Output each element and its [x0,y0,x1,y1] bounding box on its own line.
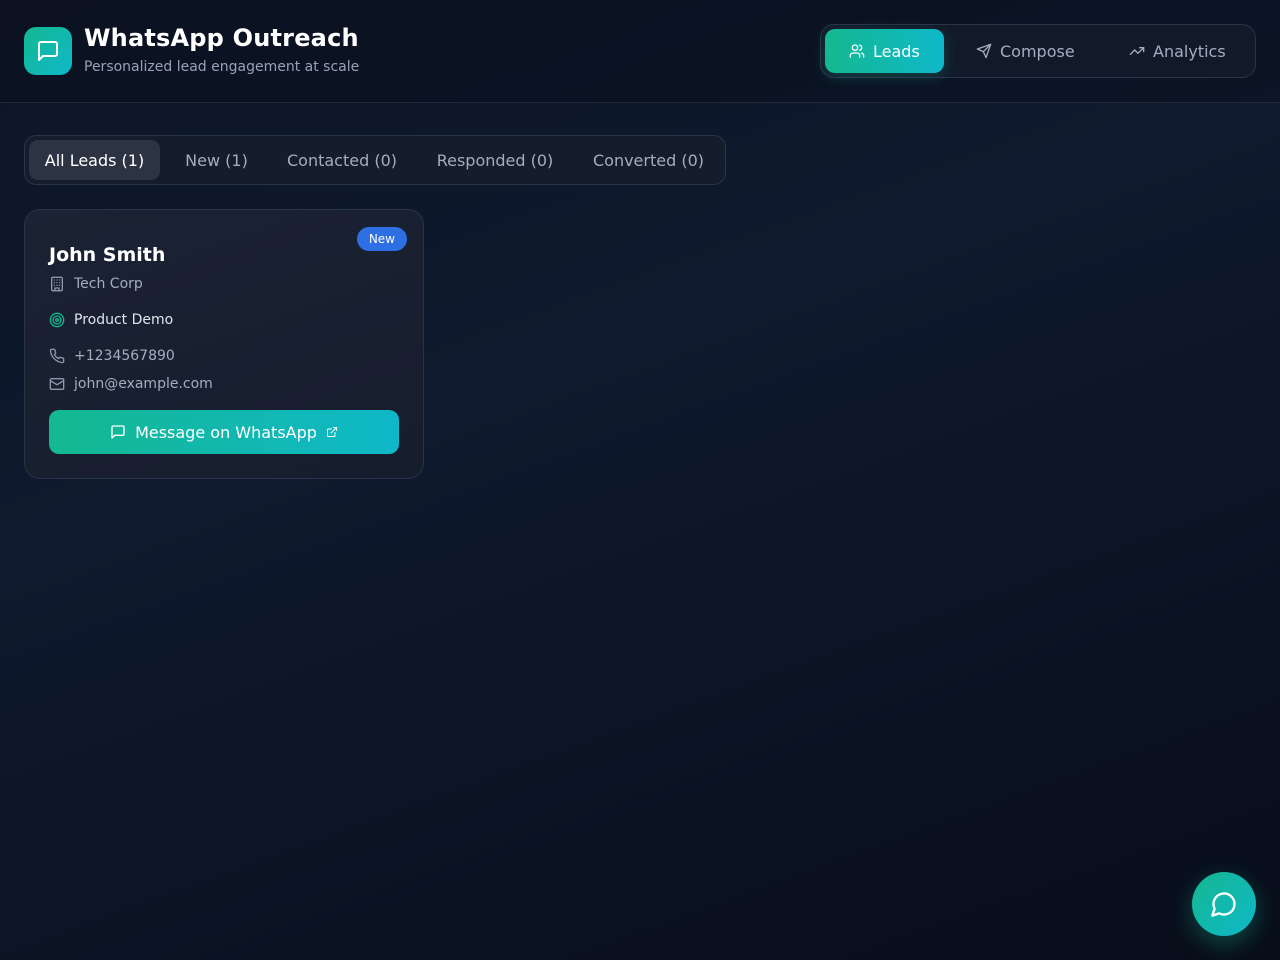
lead-card: New John Smith Tech Corp Product Demo +1… [24,209,424,479]
mail-icon [49,378,65,390]
tab-leads[interactable]: Leads [825,29,944,73]
phone-icon [49,348,65,364]
lead-email: john@example.com [74,376,213,392]
main-nav: Leads Compose Analytics [820,24,1256,78]
lead-status-filters: All Leads (1) New (1) Contacted (0) Resp… [24,135,726,185]
filter-contacted[interactable]: Contacted (0) [271,140,413,180]
tab-analytics-label: Analytics [1153,41,1226,61]
app-title: WhatsApp Outreach [84,24,359,52]
tab-compose[interactable]: Compose [952,29,1100,73]
tab-analytics[interactable]: Analytics [1105,29,1253,73]
lead-purpose: Product Demo [74,312,174,328]
lead-company-row: Tech Corp [49,276,143,292]
filter-responded[interactable]: Responded (0) [421,140,569,180]
filter-all-leads[interactable]: All Leads (1) [29,140,160,180]
building-icon [51,276,63,292]
lead-name: John Smith [49,244,166,266]
lead-phone-row: +1234567890 [49,348,175,364]
app-header: WhatsApp Outreach Personalized lead enga… [0,0,1280,103]
tab-leads-label: Leads [873,41,920,61]
trending-up-icon [1129,47,1145,55]
filter-converted[interactable]: Converted (0) [577,140,720,180]
app-logo [24,27,72,75]
users-icon [849,44,865,58]
lead-company: Tech Corp [74,276,143,292]
app-subtitle: Personalized lead engagement at scale [84,59,360,75]
filter-new[interactable]: New (1) [168,140,265,180]
message-square-icon [38,41,58,61]
tab-compose-label: Compose [1000,41,1075,61]
lead-purpose-row: Product Demo [49,312,173,328]
message-on-whatsapp-button[interactable]: Message on WhatsApp [49,410,399,454]
message-square-icon [111,425,125,439]
message-circle-icon [1211,892,1236,917]
external-link-icon [326,427,337,437]
send-icon [976,43,992,59]
target-icon [49,312,65,328]
chat-fab-button[interactable] [1192,872,1256,936]
lead-email-row: john@example.com [49,376,213,392]
lead-phone: +1234567890 [74,348,175,364]
status-badge: New [356,227,407,251]
message-on-whatsapp-label: Message on WhatsApp [135,422,317,442]
